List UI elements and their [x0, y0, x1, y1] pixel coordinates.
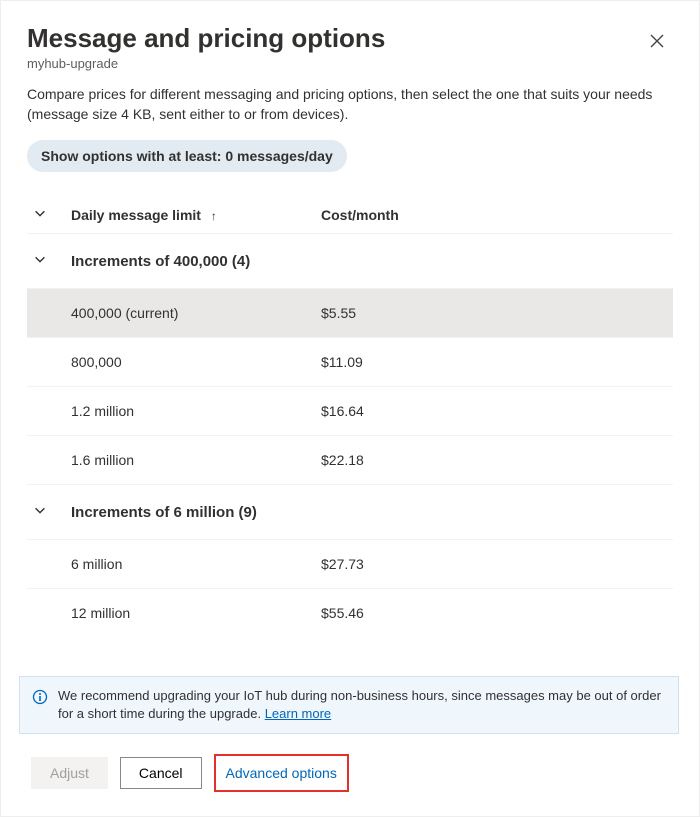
column-header-cost[interactable]: Cost/month [321, 207, 673, 223]
group-label: Increments of 6 million (9) [71, 504, 673, 521]
row-daily-limit: 1.2 million [71, 403, 321, 419]
column-header-label: Daily message limit [71, 207, 201, 223]
row-daily-limit: 800,000 [71, 354, 321, 370]
pricing-option-row[interactable]: 400,000 (current)$5.55 [27, 288, 673, 337]
advanced-options-highlight: Advanced options [214, 754, 349, 792]
info-text: We recommend upgrading your IoT hub duri… [58, 687, 666, 723]
table-header-row: Daily message limit ↑ Cost/month [27, 196, 673, 233]
panel-title: Message and pricing options [27, 23, 385, 54]
chevron-down-icon[interactable] [33, 206, 47, 223]
close-button[interactable] [641, 27, 673, 59]
column-header-daily-limit[interactable]: Daily message limit ↑ [71, 207, 321, 223]
row-cost: $16.64 [321, 403, 673, 419]
column-header-label: Cost/month [321, 207, 399, 223]
chevron-down-icon [33, 252, 47, 270]
cancel-button[interactable]: Cancel [120, 757, 202, 789]
row-cost: $11.09 [321, 354, 673, 370]
info-message: We recommend upgrading your IoT hub duri… [58, 688, 661, 721]
pricing-group-header[interactable]: Increments of 400,000 (4) [27, 233, 673, 288]
pricing-group-header[interactable]: Increments of 6 million (9) [27, 484, 673, 539]
learn-more-link[interactable]: Learn more [265, 706, 331, 721]
pricing-option-row[interactable]: 800,000$11.09 [27, 337, 673, 386]
row-cost: $22.18 [321, 452, 673, 468]
info-icon [32, 689, 50, 710]
row-daily-limit: 400,000 (current) [71, 305, 321, 321]
pricing-table-body: Increments of 400,000 (4) 400,000 (curren… [27, 233, 673, 637]
advanced-options-link[interactable]: Advanced options [220, 759, 343, 787]
pricing-option-row[interactable]: 12 million$55.46 [27, 588, 673, 637]
chevron-down-icon [33, 503, 47, 521]
row-cost: $5.55 [321, 305, 673, 321]
row-daily-limit: 12 million [71, 605, 321, 621]
pricing-option-row[interactable]: 6 million$27.73 [27, 539, 673, 588]
filter-pill[interactable]: Show options with at least: 0 messages/d… [27, 140, 347, 172]
footer-actions: Adjust Cancel Advanced options [1, 734, 699, 816]
row-cost: $55.46 [321, 605, 673, 621]
group-label: Increments of 400,000 (4) [71, 253, 673, 270]
pricing-option-row[interactable]: 1.2 million$16.64 [27, 386, 673, 435]
row-cost: $27.73 [321, 556, 673, 572]
panel-subtitle: myhub-upgrade [27, 56, 385, 71]
scroll-region[interactable]: Message and pricing options myhub-upgrad… [1, 1, 699, 670]
adjust-button: Adjust [31, 757, 108, 789]
row-daily-limit: 6 million [71, 556, 321, 572]
row-daily-limit: 1.6 million [71, 452, 321, 468]
panel-description: Compare prices for different messaging a… [27, 85, 673, 124]
sort-ascending-icon: ↑ [211, 209, 217, 223]
close-icon [649, 33, 665, 53]
info-banner: We recommend upgrading your IoT hub duri… [19, 676, 679, 734]
pricing-options-panel: Message and pricing options myhub-upgrad… [0, 0, 700, 817]
pricing-option-row[interactable]: 1.6 million$22.18 [27, 435, 673, 484]
